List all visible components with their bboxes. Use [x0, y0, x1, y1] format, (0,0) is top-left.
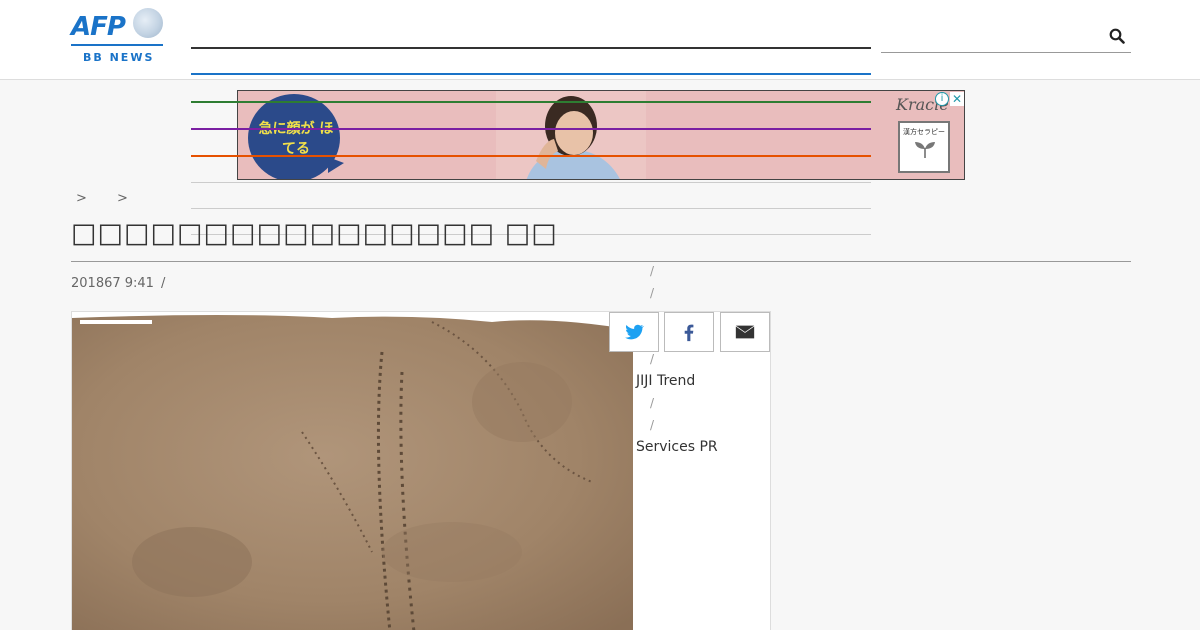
nav-rule-orange — [191, 155, 871, 157]
facebook-share-button[interactable] — [664, 312, 714, 352]
article-photo[interactable] — [72, 312, 633, 630]
sidebar-link-jiji-trend[interactable]: JIJI Trend — [636, 373, 695, 389]
logo-rule — [71, 44, 163, 46]
mail-share-button[interactable] — [720, 312, 770, 352]
nav-rule-gray-1 — [191, 182, 871, 183]
twitter-share-button[interactable] — [609, 312, 659, 352]
ad-close-icon[interactable]: ✕ — [950, 92, 964, 106]
nav-rule-purple — [191, 128, 871, 130]
search-input[interactable] — [881, 22, 1101, 52]
ad-info-icon[interactable]: i — [935, 92, 949, 106]
ad-product-box: 漢方セラピー — [898, 121, 950, 173]
breadcrumb: > > — [76, 191, 154, 206]
ad-box-label: 漢方セラピー — [903, 128, 945, 136]
scale-bar — [80, 320, 152, 324]
fossil-image — [72, 312, 633, 630]
leaf-icon — [915, 142, 935, 158]
ad-banner[interactable]: 急に顔が ほてる Kracie i ✕ 漢方セラピー — [237, 90, 965, 180]
sidebar-separator: / — [650, 286, 655, 300]
title-divider — [71, 261, 1131, 262]
nav-rule-dark — [191, 47, 871, 49]
twitter-icon — [625, 324, 645, 340]
nav-rule-blue — [191, 73, 871, 75]
logo-afp-text: AFP — [71, 12, 126, 42]
sidebar-separator: / — [650, 396, 655, 410]
breadcrumb-separator: > — [76, 191, 87, 206]
ad-headline: 急に顔が ほてる — [258, 121, 334, 157]
globe-icon — [133, 8, 163, 38]
facebook-icon — [684, 324, 694, 342]
logo-sub-text: BB NEWS — [83, 51, 155, 64]
article-title: □□□□□□□□□□□□□□□□ □□ — [71, 218, 558, 249]
sidebar-separator: / — [650, 264, 655, 278]
sidebar-separator: / — [650, 352, 655, 366]
site-header: AFP BB NEWS — [0, 0, 1200, 80]
sidebar-link-services-pr[interactable]: Services PR — [636, 439, 718, 455]
ad-bubble-tail — [328, 157, 344, 173]
breadcrumb-separator: > — [117, 191, 128, 206]
search-icon[interactable] — [1109, 28, 1125, 44]
nav-rule-gray-2 — [191, 208, 871, 209]
ad-person-image — [496, 91, 646, 179]
article-date: 201867 9:41 — [71, 276, 154, 291]
nav-rule-green — [191, 101, 871, 103]
date-separator: / — [161, 276, 166, 291]
afpbb-logo[interactable]: AFP BB NEWS — [71, 8, 163, 64]
search-box — [881, 22, 1131, 53]
mail-icon — [735, 325, 755, 339]
sidebar-separator: / — [650, 418, 655, 432]
